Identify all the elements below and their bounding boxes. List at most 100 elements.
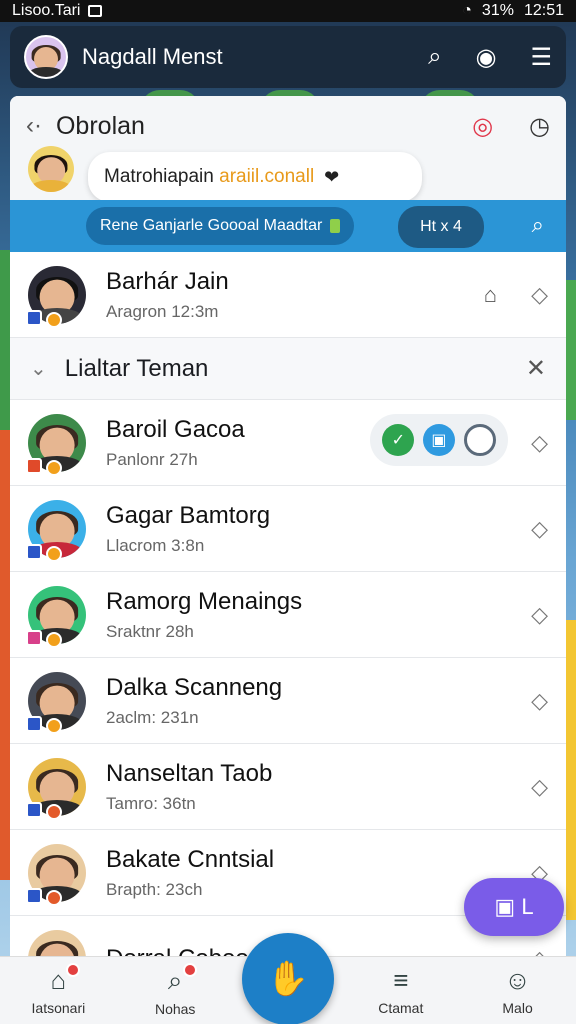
contact-name: Bakate Cnntsial (106, 845, 275, 873)
contact-name: Dalka Scanneng (106, 673, 283, 701)
status-badge (26, 715, 42, 732)
online-badge (46, 803, 62, 820)
reply-suggestion[interactable]: Rene Ganjarle Goooal Maadtar (86, 207, 355, 245)
chat-card: ‹· Obrolan ◎ ◷ Matrohiapain araiil.conal… (10, 96, 566, 956)
online-badge (46, 717, 62, 734)
notification-dot (183, 962, 198, 977)
top-app-bar: Nagdall Menst ⌕ ◉ ☰ (10, 26, 566, 88)
app-title: Nagdall Menst (82, 44, 223, 69)
bottom-nav: ⌂ Iatsonari ⌕ Nohas ✋ ≡ Ctamat ☺ Malo (0, 932, 576, 1024)
status-bar: Lisoo.Tari ◔ 31% 12:51 (0, 0, 576, 22)
diamond-icon[interactable]: ◇ (531, 282, 548, 308)
quick-reply-strip: Rene Ganjarle Goooal Maadtar Ht x 4 ⌕ (10, 200, 566, 252)
list-item[interactable]: Dalka Scanneng 2aclm: 231n ◇ (10, 658, 566, 744)
list-icon: ≡ (393, 965, 409, 995)
bubble-text: Matrohiapain (104, 166, 214, 187)
nav-item-search[interactable]: ⌕ Nohas (125, 962, 225, 1017)
nav-label: Malo (502, 1000, 533, 1016)
time-text: 12:51 (523, 2, 564, 19)
call-icon[interactable]: ✓ (382, 424, 415, 456)
online-badge (46, 889, 62, 906)
pinned-contact[interactable]: Barhár Jain Aragron 12:3m ⌂ ◇ (10, 252, 566, 338)
lock-icon[interactable]: ▣ (422, 424, 455, 456)
diamond-icon[interactable]: ◇ (531, 774, 548, 800)
chat-header: ‹· Obrolan ◎ ◷ (10, 96, 566, 156)
contact-sub: 2aclm: 231n (106, 707, 199, 727)
section-title: Lialtar Teman (64, 354, 209, 382)
quick-actions: ✓ ▣ (370, 414, 508, 466)
list-item[interactable]: Ramorg Menaings Sraktnr 28h ◇ (10, 572, 566, 658)
notification-dot (66, 963, 81, 977)
avatar (28, 929, 86, 956)
wifi-icon: ◔ (462, 2, 472, 19)
clock-icon[interactable]: ◷ (529, 112, 550, 141)
message-bubble[interactable]: Matrohiapain araiil.conall ❤ (88, 152, 422, 202)
online-badge (46, 459, 62, 476)
home-icon[interactable]: ⌂ (484, 282, 497, 308)
nav-label: Iatsonari (31, 1000, 86, 1016)
nav-label: Nohas (154, 1000, 196, 1017)
avatar (28, 146, 74, 192)
nav-item-chat[interactable]: ≡ Ctamat (351, 965, 451, 1016)
diamond-icon[interactable]: ◇ (531, 516, 548, 542)
contact-name: Gagar Bamtorg (106, 501, 271, 529)
camera-icon: ▣ (494, 894, 516, 919)
list-item[interactable]: Nanseltan Taob Tamro: 36tn ◇ (10, 744, 566, 830)
diamond-icon[interactable]: ◇ (531, 602, 548, 628)
compose-button[interactable]: ✋ (241, 932, 334, 1024)
contact-name: Nanseltan Taob (106, 759, 273, 787)
contact-name: Barhár Jain (106, 267, 229, 295)
counter-text: Ht x 4 (420, 218, 462, 235)
search-icon: ⌕ (167, 964, 183, 995)
shield-icon[interactable] (463, 424, 496, 456)
diamond-icon[interactable]: ◇ (531, 688, 548, 714)
camera-icon[interactable]: ◎ (472, 112, 493, 141)
chat-title: Obrolan (55, 111, 145, 140)
status-badge (26, 801, 42, 818)
list-item[interactable]: Baroil Gacoa Panlonr 27h ✓ ▣ ◇ (10, 400, 566, 486)
message-row: Matrohiapain araiil.conall ❤ (10, 146, 566, 202)
user-icon: ☺ (504, 965, 531, 995)
list-item[interactable]: Gagar Bamtorg Llacrom 3:8n ◇ (10, 486, 566, 572)
friends-list: Baroil Gacoa Panlonr 27h ✓ ▣ ◇ Gagar Bam… (10, 400, 566, 956)
status-badge (26, 543, 42, 560)
diamond-icon[interactable]: ◇ (531, 430, 548, 456)
contact-sub: Sraktnr 28h (106, 621, 194, 641)
contact-name: Ramorg Menaings (106, 587, 303, 615)
contact-sub: Tamro: 36tn (106, 793, 196, 813)
status-badge (26, 457, 42, 474)
settings-sliders-icon[interactable]: ☰ (530, 43, 552, 72)
online-badge (46, 311, 62, 328)
sticker-icon: ❤ (324, 166, 340, 187)
online-badge (46, 545, 62, 562)
status-badge (26, 887, 42, 904)
contact-sub: Aragron 12:3m (106, 301, 219, 321)
diamond-icon[interactable]: ◇ (531, 946, 548, 957)
online-badge (46, 631, 62, 648)
carrier-text: Lisoo.Tari (12, 2, 81, 19)
chevron-down-icon[interactable]: ⌄ (30, 356, 47, 381)
battery-text: 31% (481, 2, 514, 19)
contact-sub: Llacrom 3:8n (106, 535, 205, 555)
counter-pill[interactable]: Ht x 4 (398, 206, 484, 248)
nav-item-home[interactable]: ⌂ Iatsonari (8, 963, 108, 1016)
profile-avatar[interactable] (24, 35, 68, 79)
status-badge (26, 629, 42, 646)
friends-section-header[interactable]: ⌄ Lialtar Teman ✕ (10, 338, 566, 400)
nav-label: Ctamat (378, 1000, 424, 1016)
thumbs-up-icon: ✋ (266, 959, 310, 998)
nav-item-profile[interactable]: ☺ Malo (468, 965, 568, 1016)
video-call-fab[interactable]: ▣ L (464, 878, 564, 936)
fab-label: L (521, 894, 534, 919)
home-icon: ⌂ (50, 965, 67, 995)
notification-icon (88, 5, 103, 17)
back-arrow-icon[interactable]: ‹· (26, 112, 42, 140)
signal-icon (330, 219, 341, 233)
reply-suggestion-text: Rene Ganjarle Goooal Maadtar (100, 217, 323, 234)
location-pin-icon[interactable]: ◉ (476, 43, 497, 72)
search-icon[interactable]: ⌕ (428, 43, 441, 71)
bubble-highlight: araiil.conall (219, 166, 315, 187)
search-icon[interactable]: ⌕ (532, 212, 544, 238)
status-badge (26, 309, 42, 326)
close-icon[interactable]: ✕ (526, 354, 546, 383)
